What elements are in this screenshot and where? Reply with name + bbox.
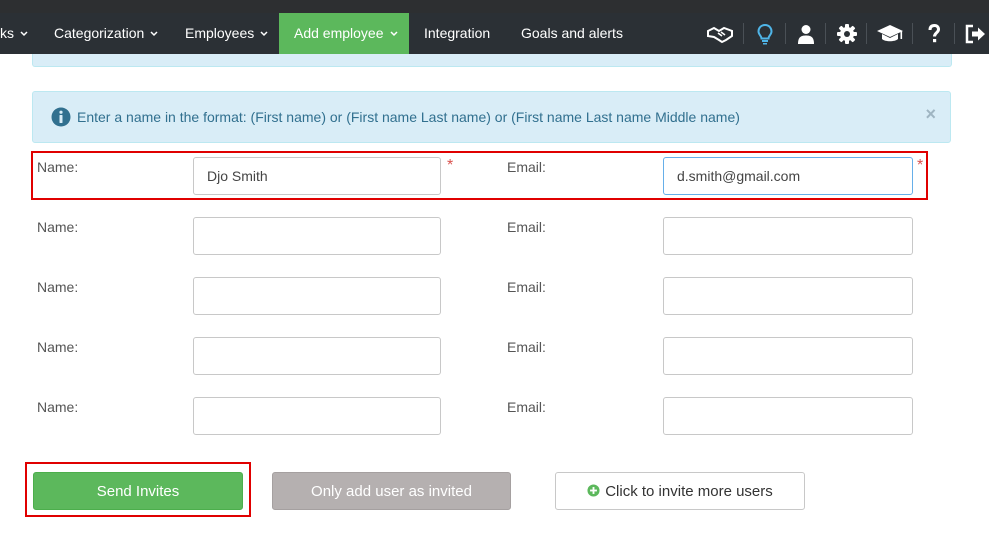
chevron-down-icon [260, 31, 268, 37]
invite-row: Name: Email: [32, 217, 950, 261]
required-marker: * [447, 157, 454, 174]
lightbulb-icon[interactable] [754, 23, 776, 45]
email-label: Email: [507, 159, 546, 175]
invite-row: Name: Email: [32, 277, 950, 321]
info-icon [51, 107, 71, 127]
info-alert: Enter a name in the format: (First name)… [32, 91, 951, 143]
only-add-invited-button[interactable]: Only add user as invited [272, 472, 511, 510]
gear-icon[interactable] [836, 23, 858, 45]
plus-circle-icon [587, 484, 600, 497]
email-input[interactable] [663, 397, 913, 435]
send-invites-button[interactable]: Send Invites [33, 472, 243, 510]
invite-row: Name: Email: [32, 397, 950, 441]
nav-item-label: Goals and alerts [521, 25, 623, 41]
nav-divider [954, 23, 955, 44]
nav-divider [912, 23, 913, 44]
nav-divider [866, 23, 867, 44]
email-input[interactable] [663, 157, 913, 195]
invite-row: Name: Email: [32, 337, 950, 381]
email-input[interactable] [663, 277, 913, 315]
email-label: Email: [507, 219, 546, 235]
nav-item-label: Add employee [294, 25, 384, 41]
name-label: Name: [37, 279, 79, 295]
name-label: Name: [37, 339, 79, 355]
nav-item-label: ks [0, 25, 14, 41]
chevron-down-icon [389, 31, 398, 37]
chevron-down-icon [150, 31, 158, 37]
user-icon[interactable] [795, 23, 817, 45]
nav-item-label: Categorization [54, 25, 145, 41]
question-icon[interactable] [923, 23, 945, 45]
invite-row: Name: * Email: * [32, 157, 950, 201]
nav-item-tasks[interactable]: ks [0, 13, 34, 54]
name-input[interactable] [193, 157, 441, 195]
nav-item-employees[interactable]: Employees [185, 13, 268, 54]
email-label: Email: [507, 399, 546, 415]
invite-more-button[interactable]: Click to invite more users [555, 472, 805, 510]
nav-item-goals-and-alerts[interactable]: Goals and alerts [521, 13, 623, 54]
logout-icon[interactable] [964, 23, 986, 45]
name-input[interactable] [193, 277, 441, 315]
email-input[interactable] [663, 337, 913, 375]
top-strip [0, 0, 989, 13]
info-panel-remnant [32, 54, 952, 67]
nav-divider [743, 23, 744, 44]
nav-item-add-employee[interactable]: Add employee [279, 13, 409, 54]
chevron-down-icon [20, 31, 28, 37]
required-marker: * [917, 157, 924, 174]
close-icon[interactable]: × [925, 104, 936, 124]
nav-item-integration[interactable]: Integration [424, 13, 490, 54]
email-label: Email: [507, 339, 546, 355]
nav-divider [825, 23, 826, 44]
invite-more-label: Click to invite more users [605, 483, 773, 500]
name-input[interactable] [193, 337, 441, 375]
name-input[interactable] [193, 217, 441, 255]
nav-divider [785, 23, 786, 44]
name-label: Name: [37, 219, 79, 235]
name-label: Name: [37, 159, 79, 175]
alert-message: Enter a name in the format: (First name)… [77, 109, 740, 125]
email-input[interactable] [663, 217, 913, 255]
handshake-icon[interactable] [706, 23, 734, 45]
nav-item-label: Integration [424, 25, 491, 41]
name-input[interactable] [193, 397, 441, 435]
email-label: Email: [507, 279, 546, 295]
nav-item-categorization[interactable]: Categorization [54, 13, 158, 54]
nav-item-label: Employees [185, 25, 255, 41]
name-label: Name: [37, 399, 79, 415]
graduation-cap-icon[interactable] [876, 23, 904, 45]
main-navbar: ks Categorization Employees Add employee… [0, 13, 989, 54]
